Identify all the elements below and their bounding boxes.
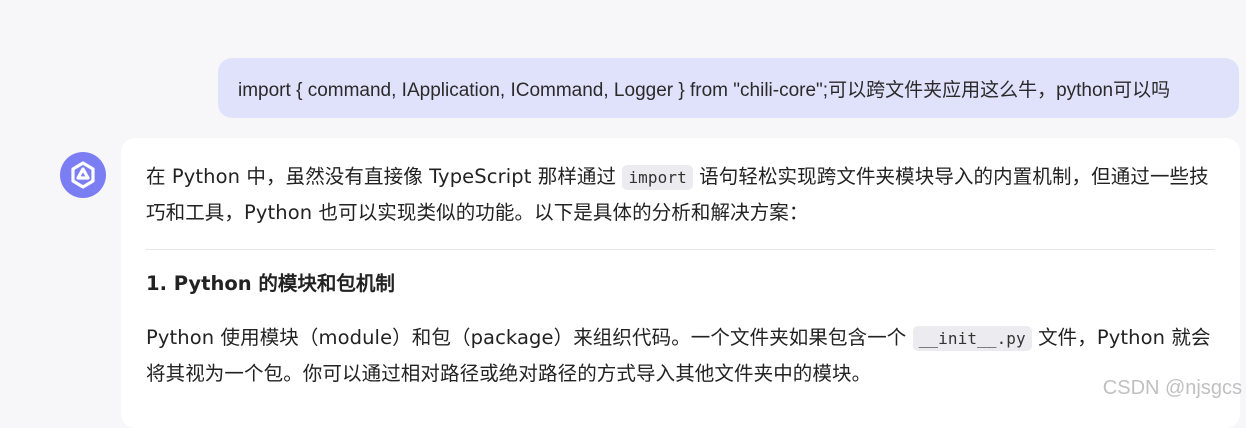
intro-paragraph: 在 Python 中，虽然没有直接像 TypeScript 那样通过 impor… [146, 159, 1215, 230]
inline-code-init: __init__.py [912, 326, 1032, 351]
assistant-avatar [60, 152, 106, 198]
inline-code-import: import [622, 165, 693, 190]
section-heading: 1. Python 的模块和包机制 [146, 272, 395, 295]
watermark: CSDN @njsgcs [1102, 377, 1242, 399]
user-message-text: import { command, IApplication, ICommand… [238, 79, 1171, 101]
user-message-bubble: import { command, IApplication, ICommand… [218, 58, 1239, 118]
intro-text-part1: 在 Python 中，虽然没有直接像 TypeScript 那样通过 [146, 165, 623, 188]
section-text-part1: Python 使用模块（module）和包（package）来组织代码。一个文件… [146, 326, 913, 349]
section-divider [146, 249, 1215, 250]
section-paragraph: Python 使用模块（module）和包（package）来组织代码。一个文件… [146, 320, 1215, 391]
assistant-message-card: 在 Python 中，虽然没有直接像 TypeScript 那样通过 impor… [121, 138, 1240, 428]
sparkle-logo-icon [71, 161, 95, 189]
